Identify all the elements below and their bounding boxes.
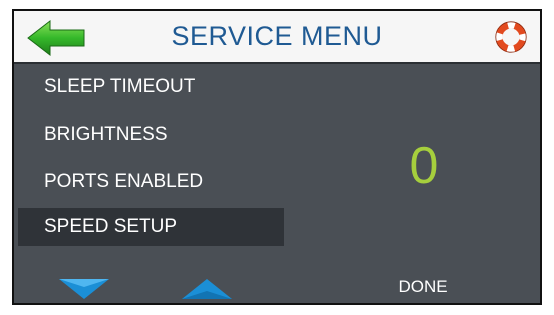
header-bar: SERVICE MENU [14, 11, 540, 64]
menu-item-brightness[interactable]: BRIGHTNESS [18, 116, 284, 154]
help-button[interactable] [495, 21, 527, 53]
done-button[interactable]: DONE [388, 277, 458, 297]
up-arrow-icon [182, 279, 232, 299]
scroll-down-button[interactable] [56, 275, 112, 301]
menu-item-speed-setup[interactable]: SPEED SETUP [18, 208, 284, 246]
scroll-up-button[interactable] [179, 275, 235, 301]
menu-item-ports-enabled[interactable]: PORTS ENABLED [18, 163, 284, 201]
menu-item-sleep-timeout[interactable]: SLEEP TIMEOUT [18, 68, 284, 106]
lifebuoy-icon [495, 21, 527, 53]
service-menu-screen: SERVICE MENU SLEEP TIMEOUT BRIGHTNESS PO… [12, 9, 542, 305]
down-arrow-icon [59, 279, 109, 299]
page-title: SERVICE MENU [171, 21, 383, 51]
value-display: 0 [409, 137, 439, 195]
